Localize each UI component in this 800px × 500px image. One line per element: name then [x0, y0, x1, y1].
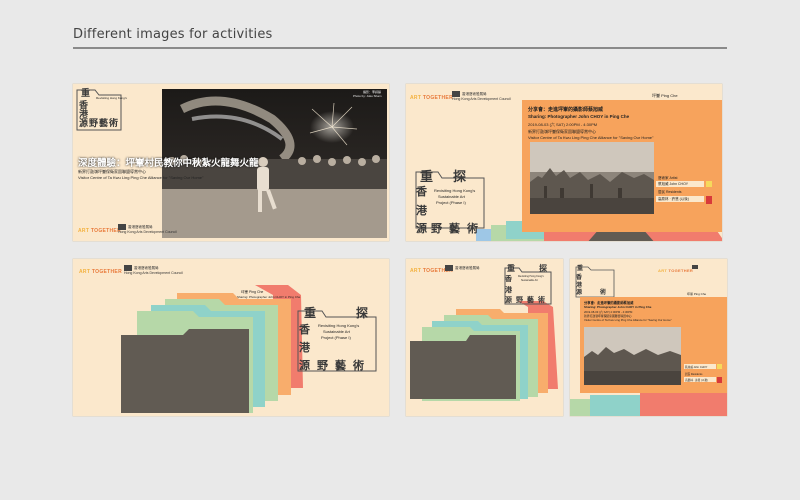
yellow-marker — [717, 364, 722, 369]
section-heading: Different images for activities — [73, 27, 273, 42]
photo-credit-en: Photo by: Joko Sham — [353, 94, 382, 98]
folder-title-zh-7: 藝 — [527, 295, 534, 304]
folder-title-zh-5: 源 — [505, 295, 512, 304]
folder-title-zh-6: 野 — [317, 359, 328, 372]
adc-logo: 香港藝術發展局 — [445, 265, 480, 271]
folder-title-zh-1: 重 — [507, 263, 515, 273]
folder-title-en-1: Revisiting Hong Kong's — [434, 188, 476, 193]
folder-stack — [410, 301, 558, 401]
folder-title-zh-2: 探 — [453, 170, 467, 185]
folder-title-zh-5: 源 — [576, 289, 583, 296]
art-together-logo: ART TOGETHER — [410, 95, 453, 101]
folder-title-en-3: Project (Phase I) — [436, 200, 466, 205]
folder-title-en-1: Revisiting Hong Kong's — [96, 96, 127, 100]
location-tag: 坪輋 Ping Che — [687, 292, 707, 296]
poster-card-sharing[interactable]: ART TOGETHER 香港藝術發展局 Hong Kong Arts Devel… — [406, 84, 722, 241]
folder-title-zh-6: 野 — [516, 295, 523, 304]
role-residents: 居民 Residents — [685, 373, 703, 376]
residents-names: 高慶林 · 許慧 (以後) — [658, 197, 689, 201]
folder-title-en-2: Sustainable Art — [521, 279, 538, 282]
red-marker — [706, 196, 712, 204]
folder-title-zh-8: 術 — [538, 295, 545, 304]
folder-title-zh-1: 重 — [304, 306, 317, 320]
poster-card-fire-dragon[interactable]: 重 香 港 源 野 藝 術 Revisiting Hong Kong's 攝影：… — [73, 84, 389, 241]
event-title: 深度體驗：坪輋村民教你中秋紮火龍舞火龍 — [78, 158, 259, 169]
art-together-logo: ART TOGETHER — [79, 269, 122, 275]
folder-title-zh-7: 藝 — [335, 359, 346, 372]
folder-title-zh-6: 野 — [431, 222, 442, 235]
red-marker — [717, 377, 722, 383]
yellow-marker — [706, 181, 712, 187]
folder-title-zh-8: 術 — [467, 222, 478, 235]
folder-title-en-3: Project (Phase I) — [321, 335, 351, 340]
artist-name: 蔡旭威 John CHOY — [658, 182, 689, 186]
adc-logo: 香港藝術發展局 Hong Kong Arts Development Counci… — [452, 91, 511, 101]
folder-title-zh-6: 野 — [89, 119, 99, 129]
folder-title-zh-2: 探 — [356, 306, 369, 320]
section-divider — [73, 47, 727, 49]
folder-tab-salmon — [640, 391, 727, 416]
sharing-title-zh: 分享會：走進坪輋的攝影師蔡旭威 — [528, 107, 604, 113]
folder-title-zh-8: 術 — [353, 359, 364, 372]
folder-title-zh-7: 藝 — [449, 222, 460, 235]
poster-card-sharing-small[interactable]: ART TOGETHER 重 香 港 源 術 坪輋 Ping Che 分享會：走… — [570, 259, 727, 416]
folder-title-en-2: Sustainable Art — [438, 194, 465, 199]
folder-tab-dark — [586, 232, 656, 241]
skyline-photo — [584, 327, 681, 385]
folder-stack — [121, 285, 303, 413]
sharing-title-en: Sharing: Photographer John CHOY in Ping … — [528, 114, 630, 119]
residents-names: 高慶林 · 許慧 (以後) — [685, 379, 708, 382]
folder-title-zh-1: 重 — [577, 265, 584, 272]
folder-title-en-1: Revisiting Hong Kong's — [518, 275, 544, 278]
folder-title-zh-5: 源 — [416, 222, 427, 235]
layer-label-2: Sharing: Photographer John CHOY in Ping … — [237, 295, 301, 299]
folder-title-en-2: Sustainable Art — [323, 329, 350, 334]
event-venue-en: Visitor Centre of Ta Kwu Ling Ping Che A… — [78, 175, 204, 180]
folder-title-zh-5: 源 — [299, 359, 310, 372]
art-together-logo: ART TOGETHER — [658, 268, 694, 273]
folder-title-zh-5: 源 — [79, 119, 89, 129]
sharing-venue-en: Visitor Centre of Ta Kwu Ling Ping Che A… — [528, 135, 654, 140]
sharing-title-en: Sharing: Photographer John CHOY in Ping … — [584, 305, 652, 309]
folder-title-zh-2: 探 — [539, 263, 547, 273]
adc-logo: 香港藝術發展局 Hong Kong Arts Development Counci… — [124, 265, 183, 275]
folder-title-zh-8: 術 — [600, 289, 607, 296]
folder-title-zh-3: 香 — [299, 323, 310, 336]
folder-title-zh-3: 香 — [416, 185, 427, 198]
skyline-photo — [530, 142, 654, 214]
location-tag: 坪輋 Ping Che — [652, 93, 678, 98]
folder-title-zh-8: 術 — [109, 119, 119, 129]
poster-card-folders[interactable]: ART TOGETHER 香港藝術發展局 Hong Kong Arts Devel… — [73, 259, 389, 416]
folder-title-zh-7: 藝 — [99, 119, 109, 129]
sharing-date: 2019-08-03 (六 SAT) 2:00PM - 4:30PM — [528, 122, 598, 127]
sharing-venue-en: Visitor Centre of Ta Kwu Ling Ping Che A… — [584, 318, 672, 322]
adc-logo — [692, 265, 700, 270]
folder-title-zh-4: 港 — [299, 341, 310, 354]
adc-logo: 香港藝術發展局 Hong Kong Arts Development Counci… — [118, 224, 177, 234]
artist-name: 蔡旭威 John CHOY — [685, 366, 708, 369]
poster-card-folders-small[interactable]: ART TOGETHER 香港藝術發展局 重 探 香 港 源 野 藝 術 Rev… — [406, 259, 563, 416]
role-residents: 居民 Residents — [658, 190, 682, 194]
folder-title-zh-4: 港 — [416, 204, 427, 217]
folder-title-en-1: Revisiting Hong Kong's — [318, 323, 360, 328]
folder-title-zh-4: 港 — [505, 285, 512, 294]
folder-title-zh-3: 香 — [505, 274, 512, 283]
art-together-logo: ART TOGETHER — [78, 228, 121, 234]
